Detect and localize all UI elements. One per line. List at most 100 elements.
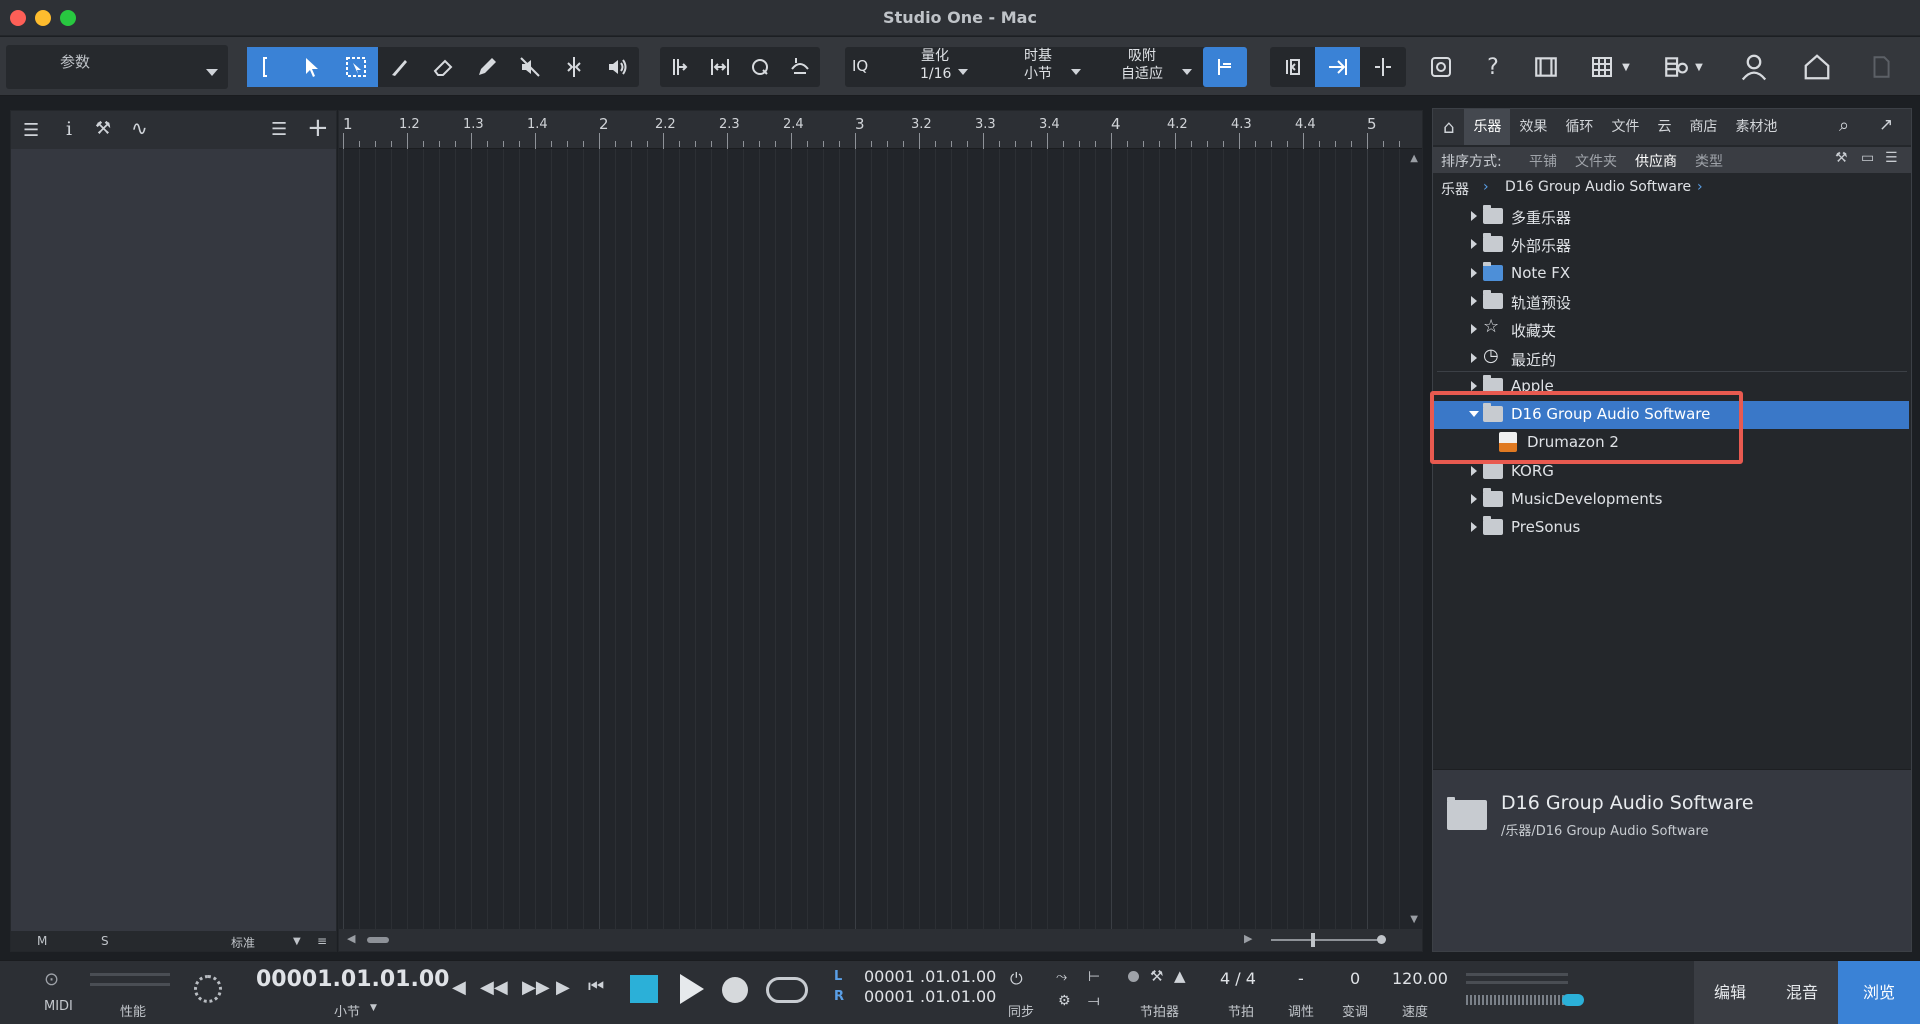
tree-item[interactable]: Note FX	[1433, 260, 1909, 288]
next-marker-button[interactable]: ▶	[556, 977, 570, 998]
rewind-button[interactable]: ◀◀	[480, 977, 508, 998]
snap-toggle-button[interactable]	[1203, 47, 1247, 87]
zoom-slider-handle[interactable]	[1311, 933, 1315, 947]
record-button[interactable]	[722, 977, 748, 1003]
tree-item[interactable]: ◷ 最近的	[1433, 345, 1909, 373]
tree-item[interactable]: 多重乐器	[1433, 203, 1909, 231]
loop-button[interactable]	[766, 977, 808, 1003]
video-button[interactable]	[1525, 47, 1567, 87]
sort-folder[interactable]: 文件夹	[1575, 151, 1617, 171]
snap-select[interactable]: 吸附 自适应	[1110, 47, 1192, 87]
chevron-right-icon[interactable]	[1471, 239, 1477, 250]
account-button[interactable]	[1733, 47, 1775, 87]
key-value[interactable]: -	[1298, 969, 1304, 988]
wrench-icon[interactable]: ⚒	[95, 118, 111, 139]
time-signature-value[interactable]: 4 / 4	[1220, 969, 1256, 988]
paint-tool[interactable]	[465, 47, 509, 87]
listen-tool[interactable]	[596, 47, 640, 87]
sort-flat[interactable]: 平铺	[1529, 151, 1557, 171]
tab-instruments[interactable]: 乐器	[1464, 109, 1511, 145]
loop-end-display[interactable]: 00001 .01.01.00	[864, 987, 996, 1006]
stop-button[interactable]	[630, 975, 658, 1003]
quantize-select[interactable]: 量化 1/16	[920, 47, 968, 87]
scroll-right-icon[interactable]: ▶	[1244, 932, 1252, 945]
chevron-right-icon[interactable]	[1471, 211, 1477, 221]
position-display[interactable]: 00001.01.01.00	[256, 967, 449, 992]
tab-effects[interactable]: 效果	[1510, 109, 1556, 145]
edit-mode-button[interactable]: 编辑	[1694, 961, 1766, 1024]
timeline-ruler[interactable]: 1 1.2 1.3 1.4 2 2.2 2.3 2.4 3 3.2 3.3 3.4 4 4.2 4.3 4.4…	[339, 111, 1422, 149]
tree-item[interactable]: 轨道预设	[1433, 288, 1909, 316]
stretch-button[interactable]	[700, 47, 740, 87]
tree-item[interactable]: PreSonus	[1433, 514, 1909, 542]
gear-icon[interactable]: ⚙	[1058, 993, 1071, 1009]
scroll-up-icon[interactable]: ▲	[1410, 153, 1418, 164]
home-icon[interactable]: ⌂	[1433, 117, 1464, 138]
groove-button[interactable]	[780, 47, 820, 87]
chevron-right-icon[interactable]	[1471, 295, 1477, 306]
bend-tool[interactable]	[552, 47, 596, 87]
grid-view-button[interactable]: ▼	[1580, 47, 1640, 87]
tab-shop[interactable]: 商店	[1680, 109, 1726, 145]
track-options-icon[interactable]: ☰	[271, 119, 287, 140]
sort-type[interactable]: 类型	[1695, 151, 1723, 171]
metronome-icon[interactable]: ▲	[1174, 967, 1186, 985]
preroll-icon[interactable]: ⊢	[1088, 969, 1100, 985]
document-button[interactable]	[1860, 47, 1902, 87]
wrench-icon[interactable]: ⚒	[1150, 967, 1163, 985]
sort-vendor[interactable]: 供应商	[1635, 151, 1677, 171]
tab-loops[interactable]: 循环	[1556, 109, 1602, 145]
loop-follow-button[interactable]	[1270, 47, 1315, 87]
performance-dial-icon[interactable]	[194, 975, 222, 1003]
metronome-toggle[interactable]	[1128, 971, 1139, 982]
split-marker-button[interactable]	[1360, 47, 1405, 87]
expand-icon[interactable]: ↗	[1879, 115, 1893, 135]
fast-forward-button[interactable]: ▶▶	[522, 977, 550, 998]
parameter-selector[interactable]: 参数	[6, 45, 228, 89]
output-volume-slider[interactable]	[1466, 995, 1568, 1005]
list-icon[interactable]: ☰	[23, 120, 39, 141]
position-unit[interactable]: 小节	[334, 1001, 360, 1020]
return-to-zero-button[interactable]: ⏮	[588, 976, 604, 997]
timecode-button[interactable]	[1420, 47, 1462, 87]
search-icon[interactable]: ⌕	[1839, 115, 1849, 136]
tree-item[interactable]: 外部乐器	[1433, 231, 1909, 259]
wrench-icon[interactable]: ⚒	[1835, 150, 1848, 166]
chevron-right-icon[interactable]	[1471, 324, 1477, 335]
tree-item[interactable]: MusicDevelopments	[1433, 486, 1909, 514]
scroll-down-icon[interactable]: ▼	[1410, 914, 1418, 925]
options-icon[interactable]: ≡	[317, 934, 327, 948]
prev-marker-button[interactable]: ◀	[452, 977, 466, 998]
chevron-right-icon[interactable]	[1471, 352, 1477, 363]
transient-detect-button[interactable]	[660, 47, 700, 87]
list-view-icon[interactable]: ☰	[1885, 150, 1898, 166]
loop-start-display[interactable]: 00001 .01.01.00	[864, 967, 996, 986]
range-tool[interactable]	[334, 47, 378, 87]
scroll-left-icon[interactable]: ◀	[347, 932, 355, 945]
arrow-tool[interactable]	[290, 47, 335, 87]
browse-mode-button[interactable]: 浏览	[1838, 961, 1920, 1024]
tab-cloud[interactable]: 云	[1648, 109, 1680, 145]
tab-pool[interactable]: 素材池	[1726, 109, 1786, 145]
window-icon[interactable]: ▭	[1861, 150, 1874, 166]
home-button[interactable]	[1796, 47, 1838, 87]
tree-item[interactable]: ☆ 收藏夹	[1433, 316, 1909, 344]
layout-button[interactable]: ▼	[1652, 47, 1714, 87]
range-bracket-tool[interactable]	[247, 47, 291, 87]
horizontal-scrollbar-thumb[interactable]	[367, 937, 389, 943]
add-track-button[interactable]: +	[307, 113, 329, 143]
split-tool[interactable]	[378, 47, 422, 87]
mute-all-button[interactable]: M	[37, 934, 47, 948]
eraser-tool[interactable]	[421, 47, 465, 87]
chevron-right-icon[interactable]	[1471, 522, 1477, 533]
automation-curve-icon[interactable]: ∿	[131, 116, 148, 140]
zoom-slider[interactable]	[1271, 939, 1381, 941]
punch-icon[interactable]: ⟞	[1088, 993, 1100, 1009]
chevron-right-icon[interactable]	[1471, 267, 1477, 278]
chevron-right-icon[interactable]	[1471, 494, 1477, 504]
output-toggle[interactable]	[1562, 994, 1584, 1006]
track-height-select[interactable]: 标准	[231, 934, 255, 951]
arrange-view[interactable]: 1 1.2 1.3 1.4 2 2.2 2.3 2.4 3 3.2 3.3 3.4 4 4.2 4.3 4.4…	[338, 110, 1423, 952]
power-icon[interactable]: ⏻	[1010, 969, 1023, 989]
precount-icon[interactable]: ⤳	[1056, 969, 1067, 985]
